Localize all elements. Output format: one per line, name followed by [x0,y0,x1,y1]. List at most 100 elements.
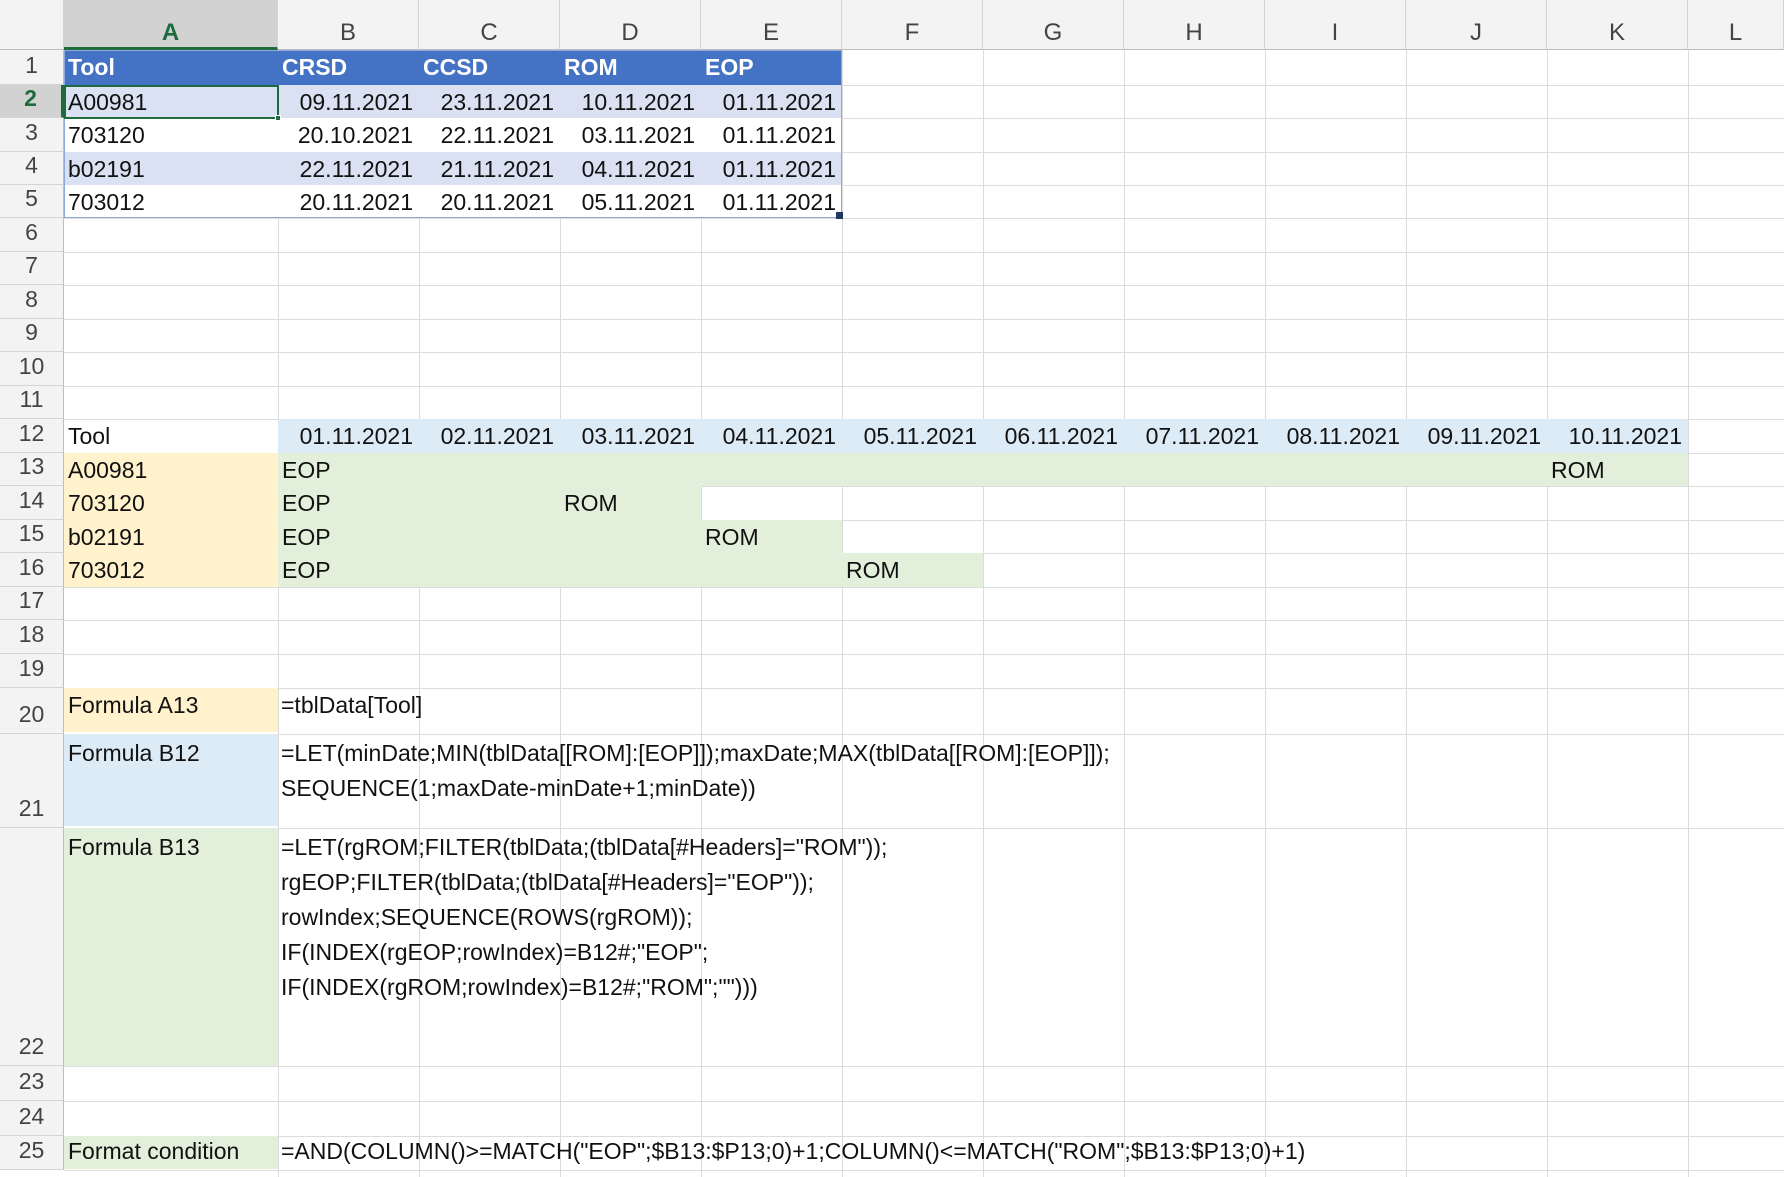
column-header-b[interactable]: B [278,0,419,50]
row-header-21[interactable]: 21 [0,734,64,828]
timeline-eop-marker[interactable]: EOP [282,524,331,551]
row-gridline [64,386,1784,387]
column-gridline [1265,50,1266,1177]
row-header-23[interactable]: 23 [0,1066,64,1101]
row-header-5[interactable]: 5 [0,185,64,218]
column-gridline [1547,50,1548,1177]
note-b13-line-4[interactable]: IF(INDEX(rgEOP;rowIndex)=B12#;"EOP"; [281,939,708,966]
timeline-date[interactable]: 05.11.2021 [842,423,977,450]
column-header-a[interactable]: A [64,0,278,50]
row-header-1[interactable]: 1 [0,50,64,85]
column-header-k[interactable]: K [1547,0,1688,50]
column-header-h[interactable]: H [1124,0,1265,50]
row-header-19[interactable]: 19 [0,654,64,688]
column-header-j[interactable]: J [1406,0,1547,50]
row-header-25[interactable]: 25 [0,1136,64,1170]
row-gridline [64,252,1784,253]
row-header-3[interactable]: 3 [0,118,64,152]
row-gridline [64,688,1784,689]
row-gridline [64,654,1784,655]
timeline-date[interactable]: 01.11.2021 [278,423,413,450]
range-fill [278,486,701,520]
note-b13-line-1[interactable]: =LET(rgROM;FILTER(tblData;(tblData[#Head… [281,834,887,861]
row-header-24[interactable]: 24 [0,1101,64,1136]
row-header-20[interactable]: 20 [0,688,64,734]
timeline-tool-name[interactable]: A00981 [68,457,147,484]
row-header-9[interactable]: 9 [0,319,64,352]
row-header-11[interactable]: 11 [0,386,64,419]
timeline-date[interactable]: 06.11.2021 [983,423,1118,450]
row-header-14[interactable]: 14 [0,486,64,520]
row-header-16[interactable]: 16 [0,553,64,587]
table-resize-handle[interactable] [836,212,843,219]
timeline-eop-marker[interactable]: EOP [282,557,331,584]
timeline-date[interactable]: 10.11.2021 [1547,423,1682,450]
note-b12-line-1[interactable]: =LET(minDate;MIN(tblData[[ROM]:[EOP]]);m… [281,740,1110,767]
column-gridline [1124,50,1125,1177]
note-b13-label-cell[interactable]: Formula B13 [64,828,278,1066]
column-header-e[interactable]: E [701,0,842,50]
row-header-22[interactable]: 22 [0,828,64,1066]
timeline-rom-marker[interactable]: ROM [1551,457,1605,484]
timeline-rom-marker[interactable]: ROM [564,490,618,517]
note-b12-label-cell[interactable]: Formula B12 [64,734,278,826]
row-header-18[interactable]: 18 [0,620,64,654]
note-a13-label-cell[interactable]: Formula A13 [64,688,278,732]
note-b13-label: Formula B13 [68,834,200,860]
timeline-date[interactable]: 04.11.2021 [701,423,836,450]
column-header-c[interactable]: C [419,0,560,50]
select-all-corner[interactable] [0,0,64,50]
fill-handle[interactable] [275,115,281,121]
column-gridline [419,50,420,1177]
row-header-15[interactable]: 15 [0,520,64,553]
row-gridline [64,285,1784,286]
column-header-l[interactable]: L [1688,0,1784,50]
timeline-rom-marker[interactable]: ROM [846,557,900,584]
timeline-date[interactable]: 03.11.2021 [560,423,695,450]
row-gridline [64,1066,1784,1067]
row-gridline [64,1136,1784,1137]
column-header-d[interactable]: D [560,0,701,50]
timeline-tool-name[interactable]: 703120 [68,490,145,517]
row-header-17[interactable]: 17 [0,587,64,620]
row-header-2[interactable]: 2 [0,85,64,118]
note-b13-line-2[interactable]: rgEOP;FILTER(tblData;(tblData[#Headers]=… [281,869,814,896]
row-gridline [64,218,1784,219]
table-border [64,50,842,218]
timeline-eop-marker[interactable]: EOP [282,490,331,517]
timeline-tool-header[interactable]: Tool [68,423,110,450]
timeline-date[interactable]: 07.11.2021 [1124,423,1259,450]
timeline-date[interactable]: 08.11.2021 [1265,423,1400,450]
column-header-i[interactable]: I [1265,0,1406,50]
column-gridline [1406,50,1407,1177]
row-gridline [64,828,1784,829]
note-a13-formula[interactable]: =tblData[Tool] [281,692,422,719]
timeline-rom-marker[interactable]: ROM [705,524,759,551]
note-b13-line-5[interactable]: IF(INDEX(rgROM;rowIndex)=B12#;"ROM";""))… [281,974,758,1001]
timeline-eop-marker[interactable]: EOP [282,457,331,484]
row-header-7[interactable]: 7 [0,252,64,285]
note-b12-label: Formula B12 [68,740,200,766]
row-header-10[interactable]: 10 [0,352,64,386]
timeline-tool-name[interactable]: 703012 [68,557,145,584]
column-header-f[interactable]: F [842,0,983,50]
row-gridline [64,352,1784,353]
column-gridline [983,50,984,1177]
timeline-date[interactable]: 02.11.2021 [419,423,554,450]
note-fc-formula[interactable]: =AND(COLUMN()>=MATCH("EOP";$B13:$P13;0)+… [281,1138,1305,1165]
note-b13-line-3[interactable]: rowIndex;SEQUENCE(ROWS(rgROM)); [281,904,692,931]
row-header-13[interactable]: 13 [0,453,64,486]
note-b12-line-2[interactable]: SEQUENCE(1;maxDate-minDate+1;minDate)) [281,775,756,802]
column-gridline [1688,50,1689,1177]
row-header-6[interactable]: 6 [0,218,64,252]
active-cell-a2[interactable] [64,85,279,119]
timeline-date[interactable]: 09.11.2021 [1406,423,1541,450]
row-header-4[interactable]: 4 [0,152,64,185]
row-header-12[interactable]: 12 [0,419,64,453]
timeline-tool-name[interactable]: b02191 [68,524,145,551]
row-header-8[interactable]: 8 [0,285,64,319]
range-fill [278,453,1688,486]
note-fc-label-cell[interactable]: Format condition [64,1136,278,1169]
column-header-g[interactable]: G [983,0,1124,50]
row-gridline [64,319,1784,320]
